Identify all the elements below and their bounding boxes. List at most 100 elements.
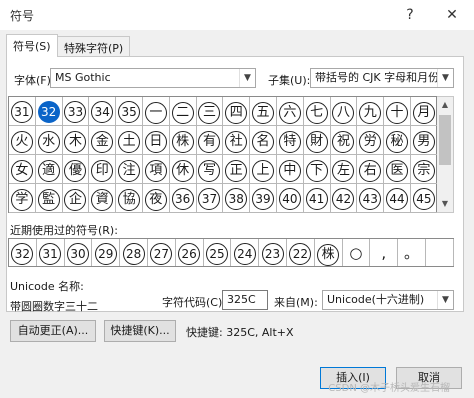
subset-select[interactable]: 带括号的 CJK 字母和月份 ▼ <box>310 68 454 88</box>
symbol-cell[interactable]: 女 <box>9 155 36 184</box>
recent-symbol-cell[interactable] <box>426 239 454 266</box>
symbol-cell[interactable]: 月 <box>410 97 438 126</box>
symbol-cell[interactable]: 八 <box>330 97 358 126</box>
symbol-cell[interactable]: 火 <box>9 126 36 155</box>
recent-symbol-cell[interactable]: 27 <box>148 239 176 266</box>
symbol-cell[interactable]: 土 <box>116 126 143 155</box>
symbol-cell[interactable]: 夜 <box>142 184 170 213</box>
symbol-cell[interactable]: 企 <box>62 184 90 213</box>
tab-special-chars[interactable]: 特殊字符(P) <box>57 36 131 56</box>
circled-char: 写 <box>198 160 221 182</box>
char-code-input[interactable]: 325C <box>222 290 268 310</box>
symbol-cell[interactable]: 42 <box>330 184 358 213</box>
symbol-cell[interactable]: 資 <box>89 184 117 213</box>
symbol-cell[interactable]: 適 <box>35 155 63 184</box>
symbol-cell[interactable]: 日 <box>142 126 170 155</box>
symbol-cell[interactable]: 秘 <box>384 126 411 155</box>
symbol-cell[interactable]: 33 <box>62 97 90 126</box>
symbol-cell[interactable]: 写 <box>196 155 224 184</box>
symbol-cell[interactable]: 41 <box>303 184 331 213</box>
symbol-cell[interactable]: 株 <box>169 126 197 155</box>
help-icon[interactable]: ? <box>398 4 422 26</box>
symbol-cell[interactable]: 社 <box>223 126 251 155</box>
symbol-cell[interactable]: 印 <box>89 155 117 184</box>
font-select[interactable]: MS Gothic ▼ <box>50 68 256 88</box>
scroll-up-icon[interactable]: ▲ <box>437 97 453 113</box>
symbol-cell[interactable]: 水 <box>35 126 63 155</box>
symbol-cell[interactable]: 項 <box>142 155 170 184</box>
symbol-cell[interactable]: 二 <box>169 97 197 126</box>
symbol-cell[interactable]: 43 <box>357 184 385 213</box>
symbol-cell[interactable]: 労 <box>357 126 385 155</box>
symbol-cell[interactable]: 祝 <box>330 126 358 155</box>
autocorrect-button[interactable]: 自动更正(A)... <box>10 320 96 342</box>
symbol-cell[interactable]: 有 <box>196 126 224 155</box>
symbol-cell[interactable]: 中 <box>276 155 304 184</box>
recent-symbol-cell[interactable]: 株 <box>315 239 343 266</box>
symbol-cell[interactable]: 31 <box>9 97 36 126</box>
recent-symbol-cell[interactable]: 23 <box>259 239 287 266</box>
circled-char: 資 <box>91 189 114 211</box>
symbol-cell[interactable]: 優 <box>62 155 90 184</box>
recent-symbol-cell[interactable]: 28 <box>120 239 148 266</box>
symbol-cell[interactable]: 七 <box>303 97 331 126</box>
recent-symbol-cell[interactable]: ○ <box>343 239 371 266</box>
symbol-cell[interactable]: 39 <box>250 184 277 213</box>
symbol-cell[interactable]: 注 <box>116 155 143 184</box>
symbol-cell[interactable]: 45 <box>410 184 438 213</box>
recent-symbol-cell[interactable]: 24 <box>231 239 260 266</box>
symbol-cell[interactable]: 四 <box>223 97 251 126</box>
symbol-cell[interactable]: 上 <box>250 155 277 184</box>
symbol-cell[interactable]: 宗 <box>410 155 438 184</box>
unicode-name-value: 带圆圈数字三十二 <box>10 300 98 313</box>
from-label: 来自(M): <box>274 296 318 309</box>
symbol-cell[interactable]: 学 <box>9 184 36 213</box>
symbol-cell[interactable]: 名 <box>250 126 277 155</box>
recent-symbol-cell[interactable]: 29 <box>92 239 121 266</box>
recent-symbol-cell[interactable]: 32 <box>9 239 37 266</box>
symbol-cell[interactable]: 男 <box>410 126 438 155</box>
recent-symbol-cell[interactable]: 26 <box>176 239 204 266</box>
close-icon[interactable]: ✕ <box>440 4 464 26</box>
shortcut-key-button[interactable]: 快捷键(K)... <box>104 320 176 342</box>
symbol-cell[interactable]: 40 <box>276 184 304 213</box>
symbol-cell[interactable]: 協 <box>116 184 143 213</box>
symbol-cell[interactable]: 休 <box>169 155 197 184</box>
recent-symbol-cell[interactable]: 。 <box>398 239 426 266</box>
grid-scrollbar[interactable]: ▲ ▼ <box>437 96 454 213</box>
symbol-cell[interactable]: 下 <box>303 155 331 184</box>
symbol-cell[interactable]: 44 <box>384 184 411 213</box>
symbol-cell[interactable]: 特 <box>276 126 304 155</box>
symbol-cell[interactable]: 財 <box>303 126 331 155</box>
symbol-cell[interactable]: 37 <box>196 184 224 213</box>
symbol-cell[interactable]: 九 <box>357 97 385 126</box>
symbol-cell[interactable]: 三 <box>196 97 224 126</box>
symbol-cell[interactable]: 34 <box>89 97 117 126</box>
scroll-thumb[interactable] <box>439 115 451 165</box>
symbol-cell[interactable]: 医 <box>384 155 411 184</box>
recent-symbol-cell[interactable]: , <box>370 239 399 266</box>
symbol-cell[interactable]: 五 <box>250 97 277 126</box>
symbol-cell[interactable]: 正 <box>223 155 251 184</box>
symbol-cell[interactable]: 36 <box>169 184 197 213</box>
symbol-cell[interactable]: 左 <box>330 155 358 184</box>
symbol-cell[interactable]: 32 <box>35 97 63 126</box>
recent-symbol-cell[interactable]: 31 <box>37 239 65 266</box>
scroll-down-icon[interactable]: ▼ <box>437 196 453 212</box>
symbol-cell[interactable]: 一 <box>142 97 170 126</box>
symbol-cell[interactable]: 十 <box>384 97 411 126</box>
symbol-cell[interactable]: 木 <box>62 126 90 155</box>
from-select[interactable]: Unicode(十六进制) ▼ <box>322 290 454 310</box>
circled-char: 三 <box>198 102 221 124</box>
recent-symbol-cell[interactable]: 22 <box>287 239 315 266</box>
symbol-cell[interactable]: 右 <box>357 155 385 184</box>
symbol-cell[interactable]: 38 <box>223 184 251 213</box>
symbol-cell[interactable]: 35 <box>116 97 143 126</box>
recent-symbol-cell[interactable]: 30 <box>65 239 93 266</box>
symbol-cell[interactable]: 金 <box>89 126 117 155</box>
symbol-cell[interactable]: 六 <box>276 97 304 126</box>
tab-symbols[interactable]: 符号(S) <box>6 34 58 57</box>
recent-symbol-cell[interactable]: 25 <box>204 239 232 266</box>
circled-char: 水 <box>37 131 60 153</box>
symbol-cell[interactable]: 監 <box>35 184 63 213</box>
